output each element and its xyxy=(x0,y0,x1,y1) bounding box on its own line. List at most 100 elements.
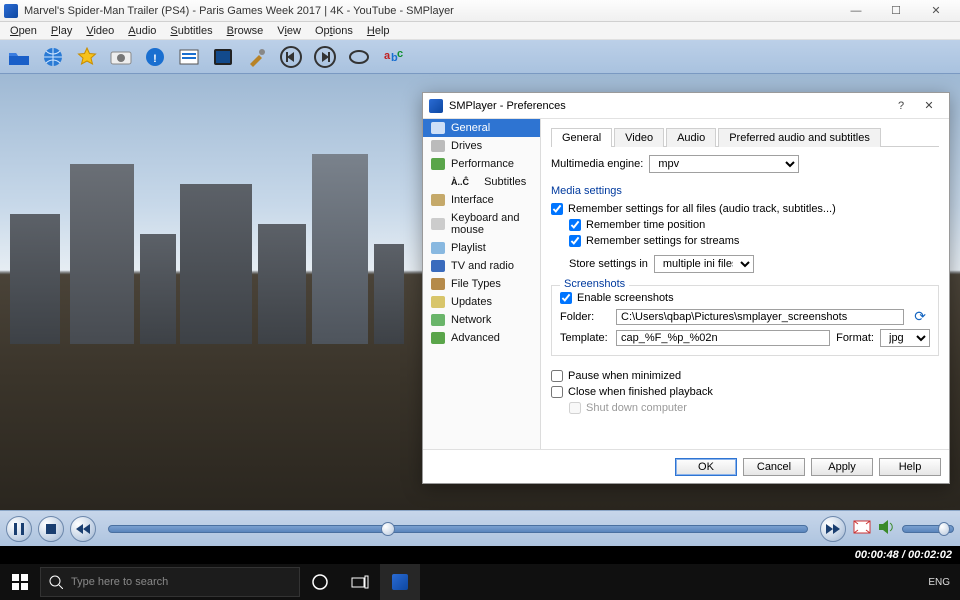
sidebar-item-network[interactable]: Network xyxy=(423,311,540,329)
menu-video[interactable]: Video xyxy=(80,24,120,38)
chk-remember-time[interactable] xyxy=(569,219,581,231)
sidebar-label-network: Network xyxy=(451,314,491,326)
screenshot-icon[interactable] xyxy=(108,44,134,70)
tab-audio[interactable]: Audio xyxy=(666,128,716,147)
open-url-icon[interactable] xyxy=(40,44,66,70)
taskview-icon[interactable] xyxy=(340,564,380,600)
sidebar-item-tvradio[interactable]: TV and radio xyxy=(423,257,540,275)
dialog-footer: OK Cancel Apply Help xyxy=(423,449,949,483)
favorites-icon[interactable] xyxy=(74,44,100,70)
advanced-icon xyxy=(431,332,445,344)
menu-subtitles[interactable]: Subtitles xyxy=(164,24,218,38)
cortana-icon[interactable] xyxy=(300,564,340,600)
interface-icon xyxy=(431,194,445,206)
sidebar-label-tvradio: TV and radio xyxy=(451,260,514,272)
dialog-close-button[interactable]: ✕ xyxy=(915,99,943,112)
taskbar-smplayer-icon[interactable] xyxy=(380,564,420,600)
seek-slider[interactable] xyxy=(108,525,808,533)
sidebar-item-subtitles[interactable]: À..Ĉ Subtitles xyxy=(423,173,540,191)
menu-audio[interactable]: Audio xyxy=(122,24,162,38)
fullscreen-button[interactable] xyxy=(852,519,872,538)
chk-remember-all-label: Remember settings for all files (audio t… xyxy=(568,203,836,215)
menu-browse[interactable]: Browse xyxy=(221,24,270,38)
sidebar-item-updates[interactable]: Updates xyxy=(423,293,540,311)
format-select[interactable]: jpg xyxy=(880,329,930,347)
play-pause-button[interactable] xyxy=(6,516,32,542)
window-title: Marvel's Spider-Man Trailer (PS4) - Pari… xyxy=(24,5,836,17)
ok-button[interactable]: OK xyxy=(675,458,737,476)
minimize-button[interactable]: — xyxy=(836,1,876,21)
open-file-icon[interactable] xyxy=(6,44,32,70)
tools-icon[interactable] xyxy=(244,44,270,70)
playlist-icon[interactable] xyxy=(176,44,202,70)
chk-pause-minimized[interactable] xyxy=(551,370,563,382)
chk-remember-all[interactable] xyxy=(551,203,563,215)
chk-shutdown xyxy=(569,402,581,414)
sidebar-label-interface: Interface xyxy=(451,194,494,206)
rewind-button[interactable] xyxy=(70,516,96,542)
sidebar-item-general[interactable]: General xyxy=(423,119,540,137)
menu-play[interactable]: Play xyxy=(45,24,78,38)
help-button[interactable]: Help xyxy=(879,458,941,476)
sidebar-item-advanced[interactable]: Advanced xyxy=(423,329,540,347)
folder-browse-icon[interactable]: ⟳ xyxy=(910,308,930,325)
format-label: Format: xyxy=(836,332,874,344)
skip-forward-icon[interactable] xyxy=(312,44,338,70)
engine-select[interactable]: mpv xyxy=(649,155,799,173)
chk-pause-minimized-label: Pause when minimized xyxy=(568,370,681,382)
svg-text:a: a xyxy=(384,50,391,62)
menu-options[interactable]: Options xyxy=(309,24,359,38)
sidebar-label-performance: Performance xyxy=(451,158,514,170)
volume-icon[interactable] xyxy=(878,519,896,538)
volume-thumb[interactable] xyxy=(938,522,950,536)
sidebar-item-drives[interactable]: Drives xyxy=(423,137,540,155)
sidebar-label-keyboard: Keyboard and mouse xyxy=(451,212,532,236)
stop-button[interactable] xyxy=(38,516,64,542)
menu-view[interactable]: View xyxy=(271,24,307,38)
tab-video[interactable]: Video xyxy=(614,128,664,147)
preferences-main-panel: General Video Audio Preferred audio and … xyxy=(541,119,949,449)
sidebar-label-filetypes: File Types xyxy=(451,278,501,290)
cancel-button[interactable]: Cancel xyxy=(743,458,805,476)
taskbar-lang[interactable]: ENG xyxy=(918,577,960,588)
chk-remember-streams[interactable] xyxy=(569,235,581,247)
sidebar-item-interface[interactable]: Interface xyxy=(423,191,540,209)
chk-close-finished[interactable] xyxy=(551,386,563,398)
sidebar-item-performance[interactable]: Performance xyxy=(423,155,540,173)
dialog-help-button[interactable]: ? xyxy=(887,100,915,112)
skip-back-icon[interactable] xyxy=(278,44,304,70)
transport-bar xyxy=(0,510,960,546)
folder-input[interactable] xyxy=(616,309,904,325)
forward-button[interactable] xyxy=(820,516,846,542)
seek-thumb[interactable] xyxy=(381,522,395,536)
subtitle-find-icon[interactable]: abc xyxy=(380,44,406,70)
menu-open[interactable]: Open xyxy=(4,24,43,38)
video-icon[interactable] xyxy=(210,44,236,70)
info-icon[interactable]: ! xyxy=(142,44,168,70)
sidebar-item-filetypes[interactable]: File Types xyxy=(423,275,540,293)
store-label: Store settings in xyxy=(569,258,648,270)
store-select[interactable]: multiple ini files xyxy=(654,255,754,273)
chk-enable-screenshots-label: Enable screenshots xyxy=(577,292,674,304)
tab-general[interactable]: General xyxy=(551,128,612,147)
start-button[interactable] xyxy=(0,574,40,590)
template-input[interactable] xyxy=(616,330,830,346)
chk-shutdown-label: Shut down computer xyxy=(586,402,687,414)
playlist-sb-icon xyxy=(431,242,445,254)
keyboard-icon xyxy=(431,218,445,230)
tab-preferred[interactable]: Preferred audio and subtitles xyxy=(718,128,881,147)
maximize-button[interactable]: ☐ xyxy=(876,1,916,21)
close-button[interactable]: ✕ xyxy=(916,1,956,21)
menu-help[interactable]: Help xyxy=(361,24,396,38)
chk-enable-screenshots[interactable] xyxy=(560,292,572,304)
search-icon xyxy=(49,575,63,589)
dialog-app-icon xyxy=(429,99,443,113)
updates-icon xyxy=(431,296,445,308)
sidebar-item-playlist[interactable]: Playlist xyxy=(423,239,540,257)
sidebar-item-keyboard[interactable]: Keyboard and mouse xyxy=(423,209,540,239)
folder-label: Folder: xyxy=(560,311,610,323)
apply-button[interactable]: Apply xyxy=(811,458,873,476)
volume-slider[interactable] xyxy=(902,525,954,533)
repeat-icon[interactable] xyxy=(346,44,372,70)
taskbar-search[interactable]: Type here to search xyxy=(40,567,300,597)
